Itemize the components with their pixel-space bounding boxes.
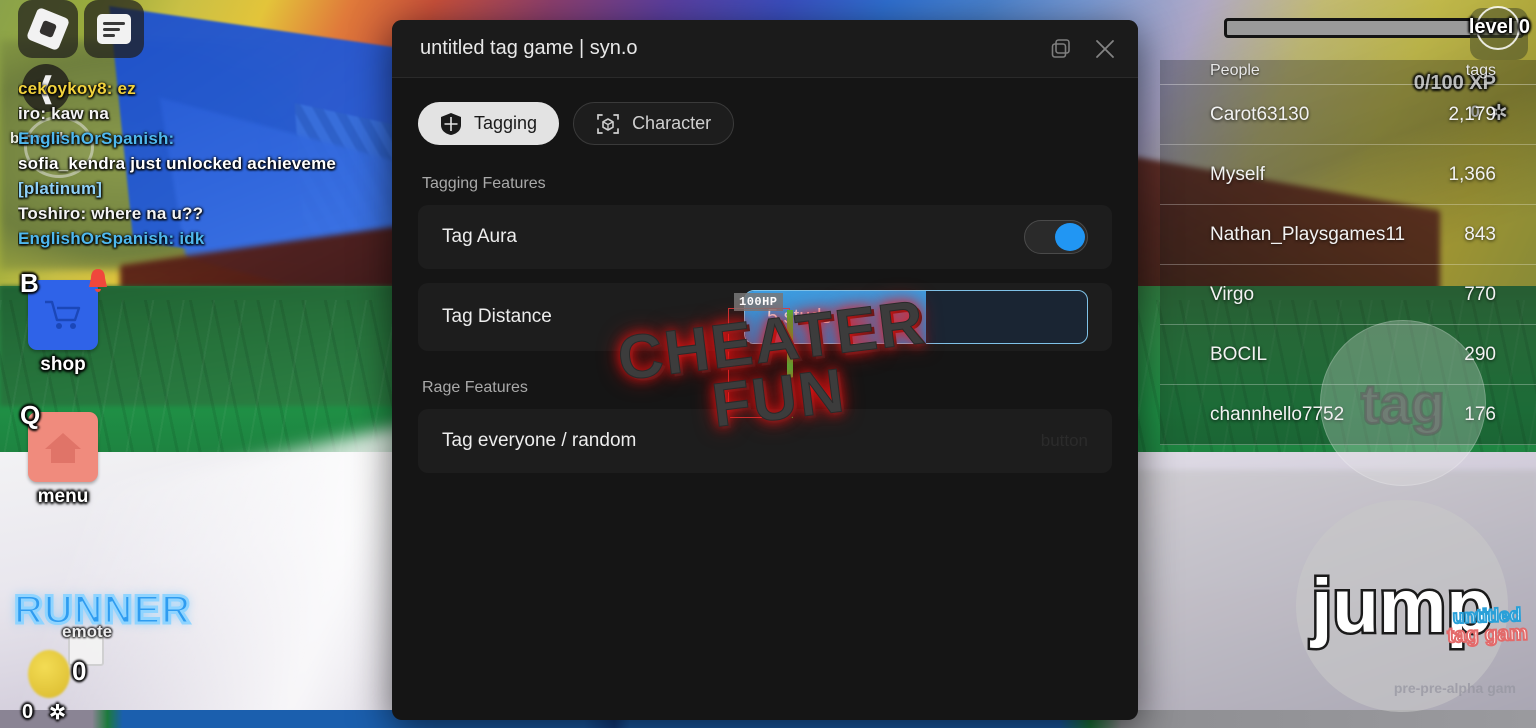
player-name: Myself	[1210, 163, 1265, 185]
shop-keybind: B	[20, 268, 39, 298]
cube-scan-icon	[597, 113, 619, 134]
level-text: level 0	[1468, 16, 1530, 38]
leaderboard-col-people: People	[1210, 62, 1260, 79]
tag-distance-slider[interactable]: 5 studs	[744, 290, 1088, 344]
coin-icon	[28, 650, 70, 698]
screen: ❰ binocul cekoykoy8: ez iro: kaw na Engl…	[0, 0, 1536, 728]
tab-bar: Tagging Character	[418, 102, 1112, 145]
section-label-tagging: Tagging Features	[422, 175, 546, 192]
leaderboard-header: People tags	[1160, 60, 1536, 85]
player-score: 2,179	[1448, 103, 1496, 125]
player-name: Nathan_Playsgames11	[1210, 223, 1406, 245]
coin-count: 0	[72, 656, 87, 686]
tag-aura-toggle[interactable]	[1024, 220, 1088, 254]
shop-tile[interactable]: B	[20, 268, 107, 350]
toggle-knob	[1055, 223, 1085, 251]
player-score: 770	[1464, 283, 1496, 305]
tab-tagging-label: Tagging	[474, 113, 538, 133]
copy-icon[interactable]	[1050, 38, 1072, 60]
game-logo-line2: tag gam	[1446, 621, 1529, 649]
leaderboard-row: Myself 1,366	[1160, 145, 1536, 205]
leaderboard-col-tags: tags	[1465, 62, 1496, 79]
row-label-tag-aura: Tag Aura	[442, 226, 517, 247]
tab-character-label: Character	[632, 113, 712, 133]
player-name: BOCIL	[1210, 343, 1268, 365]
esp-hp-label: 100HP	[734, 293, 783, 311]
stat-zero-value: 0	[22, 701, 34, 723]
game-version-label: pre-pre-alpha gam	[1393, 680, 1516, 696]
player-score: 1,366	[1448, 163, 1496, 185]
row-label-tag-everyone: Tag everyone / random	[442, 430, 637, 451]
game-logo: untitled tag gam	[1446, 604, 1529, 649]
notification-bell-icon	[89, 269, 107, 292]
menu-label: menu	[37, 486, 89, 507]
tab-tagging[interactable]: Tagging	[418, 102, 560, 145]
tag-action-button[interactable]: tag	[1320, 320, 1486, 486]
roblox-menu-button[interactable]	[18, 0, 78, 58]
cart-icon	[45, 300, 81, 329]
house-icon	[45, 433, 81, 463]
tag-button-label: tag	[1360, 370, 1447, 436]
chat-toggle-button[interactable]	[84, 0, 144, 58]
window-titlebar[interactable]: untitled tag game | syn.o	[392, 20, 1138, 78]
esp-player-box	[728, 308, 790, 418]
row-label-tag-distance: Tag Distance	[442, 306, 552, 327]
runner-glyph-icon: ✲	[49, 702, 66, 724]
leaderboard-row: Nathan_Playsgames11 843	[1160, 205, 1536, 265]
menu-keybind: Q	[20, 400, 41, 430]
shop-button[interactable]: B shop	[20, 268, 107, 376]
chat-log: cekoykoy8: ez iro: kaw na EnglishOrSpani…	[18, 76, 418, 251]
window-title: untitled tag game | syn.o	[420, 37, 638, 59]
player-name: Carot63130	[1210, 103, 1310, 125]
chat-message: EnglishOrSpanish: idk	[18, 229, 205, 248]
chat-message: sofia_kendra just unlocked achieveme	[18, 154, 337, 173]
chat-icon	[97, 14, 131, 44]
shop-label: shop	[40, 354, 86, 375]
emote-label: emote	[62, 622, 113, 641]
player-name: Virgo	[1210, 283, 1255, 305]
menu-tile[interactable]: Q	[20, 400, 98, 482]
menu-button[interactable]: Q menu	[20, 400, 98, 508]
roblox-logo-icon	[25, 6, 71, 52]
player-score: 843	[1464, 223, 1496, 245]
tag-everyone-button[interactable]: button	[1041, 431, 1088, 451]
window-controls	[1050, 38, 1116, 60]
chat-message: EnglishOrSpanish:	[18, 129, 175, 148]
shield-icon	[441, 112, 461, 135]
chat-message: iro: kaw na	[18, 104, 110, 123]
leaderboard-row: Carot63130 2,179	[1160, 85, 1536, 145]
chat-message: Toshiro: where na u??	[18, 204, 204, 223]
tab-character[interactable]: Character	[573, 102, 735, 145]
leaderboard-row: Virgo 770	[1160, 265, 1536, 325]
row-tag-everyone[interactable]: Tag everyone / random button	[418, 409, 1112, 473]
bottom-stats: 0 ✲	[22, 700, 66, 725]
chat-message: cekoykoy8: ez	[18, 79, 136, 98]
close-icon[interactable]	[1094, 38, 1116, 60]
esp-hp-bar	[787, 310, 793, 418]
row-tag-aura[interactable]: Tag Aura	[418, 205, 1112, 269]
chat-message: [platinum]	[18, 179, 103, 198]
